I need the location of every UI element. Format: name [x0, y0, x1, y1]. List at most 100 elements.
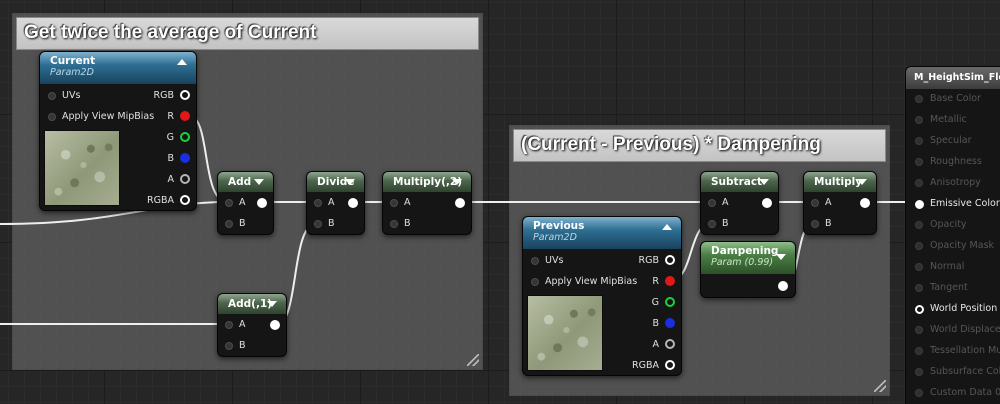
output-pin-rgb[interactable]: [665, 255, 675, 265]
input-pin[interactable]: [915, 95, 923, 103]
input-pin[interactable]: [915, 179, 923, 187]
output-pin-g[interactable]: [180, 132, 190, 142]
input-pin-a[interactable]: [225, 199, 233, 207]
input-pin-b[interactable]: [225, 342, 233, 350]
output-pin-rgb[interactable]: [180, 90, 190, 100]
node-dampening[interactable]: Dampening Param (0.99): [700, 241, 796, 298]
result-pin-world-displacement[interactable]: World Displacem: [906, 320, 1000, 341]
output-pin[interactable]: [762, 198, 772, 208]
input-pin-a[interactable]: [314, 199, 322, 207]
pin-label: Specular: [930, 135, 972, 146]
result-pin-tangent[interactable]: Tangent: [906, 278, 1000, 299]
result-pin-roughness[interactable]: Roughness: [906, 152, 1000, 173]
input-pin-b[interactable]: [390, 220, 398, 228]
output-pin[interactable]: [257, 198, 267, 208]
node-current[interactable]: Current Param2D UVs Apply View MipBias R…: [39, 51, 197, 211]
output-pin-a[interactable]: [180, 174, 190, 184]
node-header[interactable]: Dampening Param (0.99): [701, 242, 795, 274]
output-pin-a[interactable]: [665, 339, 675, 349]
result-pin-world-position-offset[interactable]: World Position O: [906, 299, 1000, 320]
input-pin-uvs[interactable]: [48, 92, 56, 100]
result-pin-custom-data-0[interactable]: Custom Data 0: [906, 383, 1000, 404]
node-multiply[interactable]: Multiply A B: [803, 171, 877, 235]
result-pin-opacity[interactable]: Opacity: [906, 215, 1000, 236]
output-pin-rgba[interactable]: [180, 195, 190, 205]
result-pin-opacity-mask[interactable]: Opacity Mask: [906, 236, 1000, 257]
input-pin-mipbias[interactable]: [531, 278, 539, 286]
input-pin-a[interactable]: [811, 199, 819, 207]
triangle-down-icon[interactable]: [776, 254, 786, 260]
input-pin-a[interactable]: [390, 199, 398, 207]
node-header[interactable]: Multiply(,2): [383, 172, 471, 192]
node-add[interactable]: Add A B: [217, 171, 274, 235]
output-pin[interactable]: [455, 198, 465, 208]
input-pin[interactable]: [915, 137, 923, 145]
result-pin-subsurface-color[interactable]: Subsurface Colo: [906, 362, 1000, 383]
triangle-up-icon[interactable]: [662, 224, 672, 230]
resize-grip-icon[interactable]: [874, 380, 886, 392]
input-pin[interactable]: [915, 221, 923, 229]
node-subtract[interactable]: Subtract A B: [700, 171, 779, 235]
output-pin-g[interactable]: [665, 297, 675, 307]
input-pin[interactable]: [915, 242, 923, 250]
pin-label: World Position O: [930, 303, 1000, 314]
input-pin-uvs[interactable]: [531, 257, 539, 265]
material-result-node[interactable]: M_HeightSim_Flow Base Color Metallic Spe…: [905, 66, 1000, 404]
result-pin-base-color[interactable]: Base Color: [906, 89, 1000, 110]
input-pin[interactable]: [915, 200, 924, 209]
node-header[interactable]: Multiply: [804, 172, 876, 192]
node-previous[interactable]: Previous Param2D UVs Apply View MipBias …: [522, 216, 682, 376]
triangle-down-icon[interactable]: [267, 301, 277, 307]
node-header[interactable]: Add: [218, 172, 273, 192]
input-pin[interactable]: [915, 368, 923, 376]
node-header[interactable]: Previous Param2D: [523, 217, 681, 249]
node-add-1[interactable]: Add(,1) A B: [217, 293, 287, 357]
output-pin[interactable]: [860, 198, 870, 208]
triangle-down-icon[interactable]: [452, 179, 462, 185]
result-pin-normal[interactable]: Normal: [906, 257, 1000, 278]
resize-grip-icon[interactable]: [467, 354, 479, 366]
output-pin[interactable]: [348, 198, 358, 208]
triangle-down-icon[interactable]: [857, 179, 867, 185]
output-pin-b[interactable]: [180, 153, 190, 163]
input-pin[interactable]: [915, 347, 923, 355]
input-pin[interactable]: [915, 326, 923, 334]
input-pin[interactable]: [915, 284, 923, 292]
result-pin-emissive-color[interactable]: Emissive Color: [906, 194, 1000, 215]
input-pin-mipbias[interactable]: [48, 113, 56, 121]
output-pin-r[interactable]: [180, 111, 190, 121]
input-pin-a[interactable]: [225, 321, 233, 329]
input-pin[interactable]: [915, 158, 923, 166]
input-pin-b[interactable]: [811, 220, 819, 228]
input-pin-b[interactable]: [225, 220, 233, 228]
node-multiply-by-2[interactable]: Multiply(,2) A B: [382, 171, 472, 235]
input-pin[interactable]: [915, 389, 923, 397]
input-pin-b[interactable]: [708, 220, 716, 228]
material-result-title[interactable]: M_HeightSim_Flow: [906, 67, 1000, 89]
output-pin-r[interactable]: [665, 276, 675, 286]
node-divide[interactable]: Divide A B: [306, 171, 365, 235]
result-pin-metallic[interactable]: Metallic: [906, 110, 1000, 131]
input-pin[interactable]: [915, 263, 923, 271]
result-pin-tessellation-multiplier[interactable]: Tessellation Mu: [906, 341, 1000, 362]
comment-title[interactable]: (Current - Previous) * Dampening: [513, 129, 886, 162]
output-pin[interactable]: [778, 281, 788, 291]
input-pin-a[interactable]: [708, 199, 716, 207]
triangle-down-icon[interactable]: [759, 179, 769, 185]
input-pin[interactable]: [915, 116, 923, 124]
input-pin[interactable]: [915, 305, 924, 314]
result-pin-specular[interactable]: Specular: [906, 131, 1000, 152]
comment-title[interactable]: Get twice the average of Current: [16, 17, 479, 50]
triangle-down-icon[interactable]: [345, 179, 355, 185]
input-pin-b[interactable]: [314, 220, 322, 228]
output-pin[interactable]: [270, 320, 280, 330]
result-pin-anisotropy[interactable]: Anisotropy: [906, 173, 1000, 194]
output-pin-rgba[interactable]: [665, 360, 675, 370]
node-header[interactable]: Divide: [307, 172, 364, 192]
node-header[interactable]: Current Param2D: [40, 52, 196, 84]
node-header[interactable]: Add(,1): [218, 294, 286, 314]
triangle-up-icon[interactable]: [177, 59, 187, 65]
output-pin-b[interactable]: [665, 318, 675, 328]
triangle-down-icon[interactable]: [254, 179, 264, 185]
node-header[interactable]: Subtract: [701, 172, 778, 192]
